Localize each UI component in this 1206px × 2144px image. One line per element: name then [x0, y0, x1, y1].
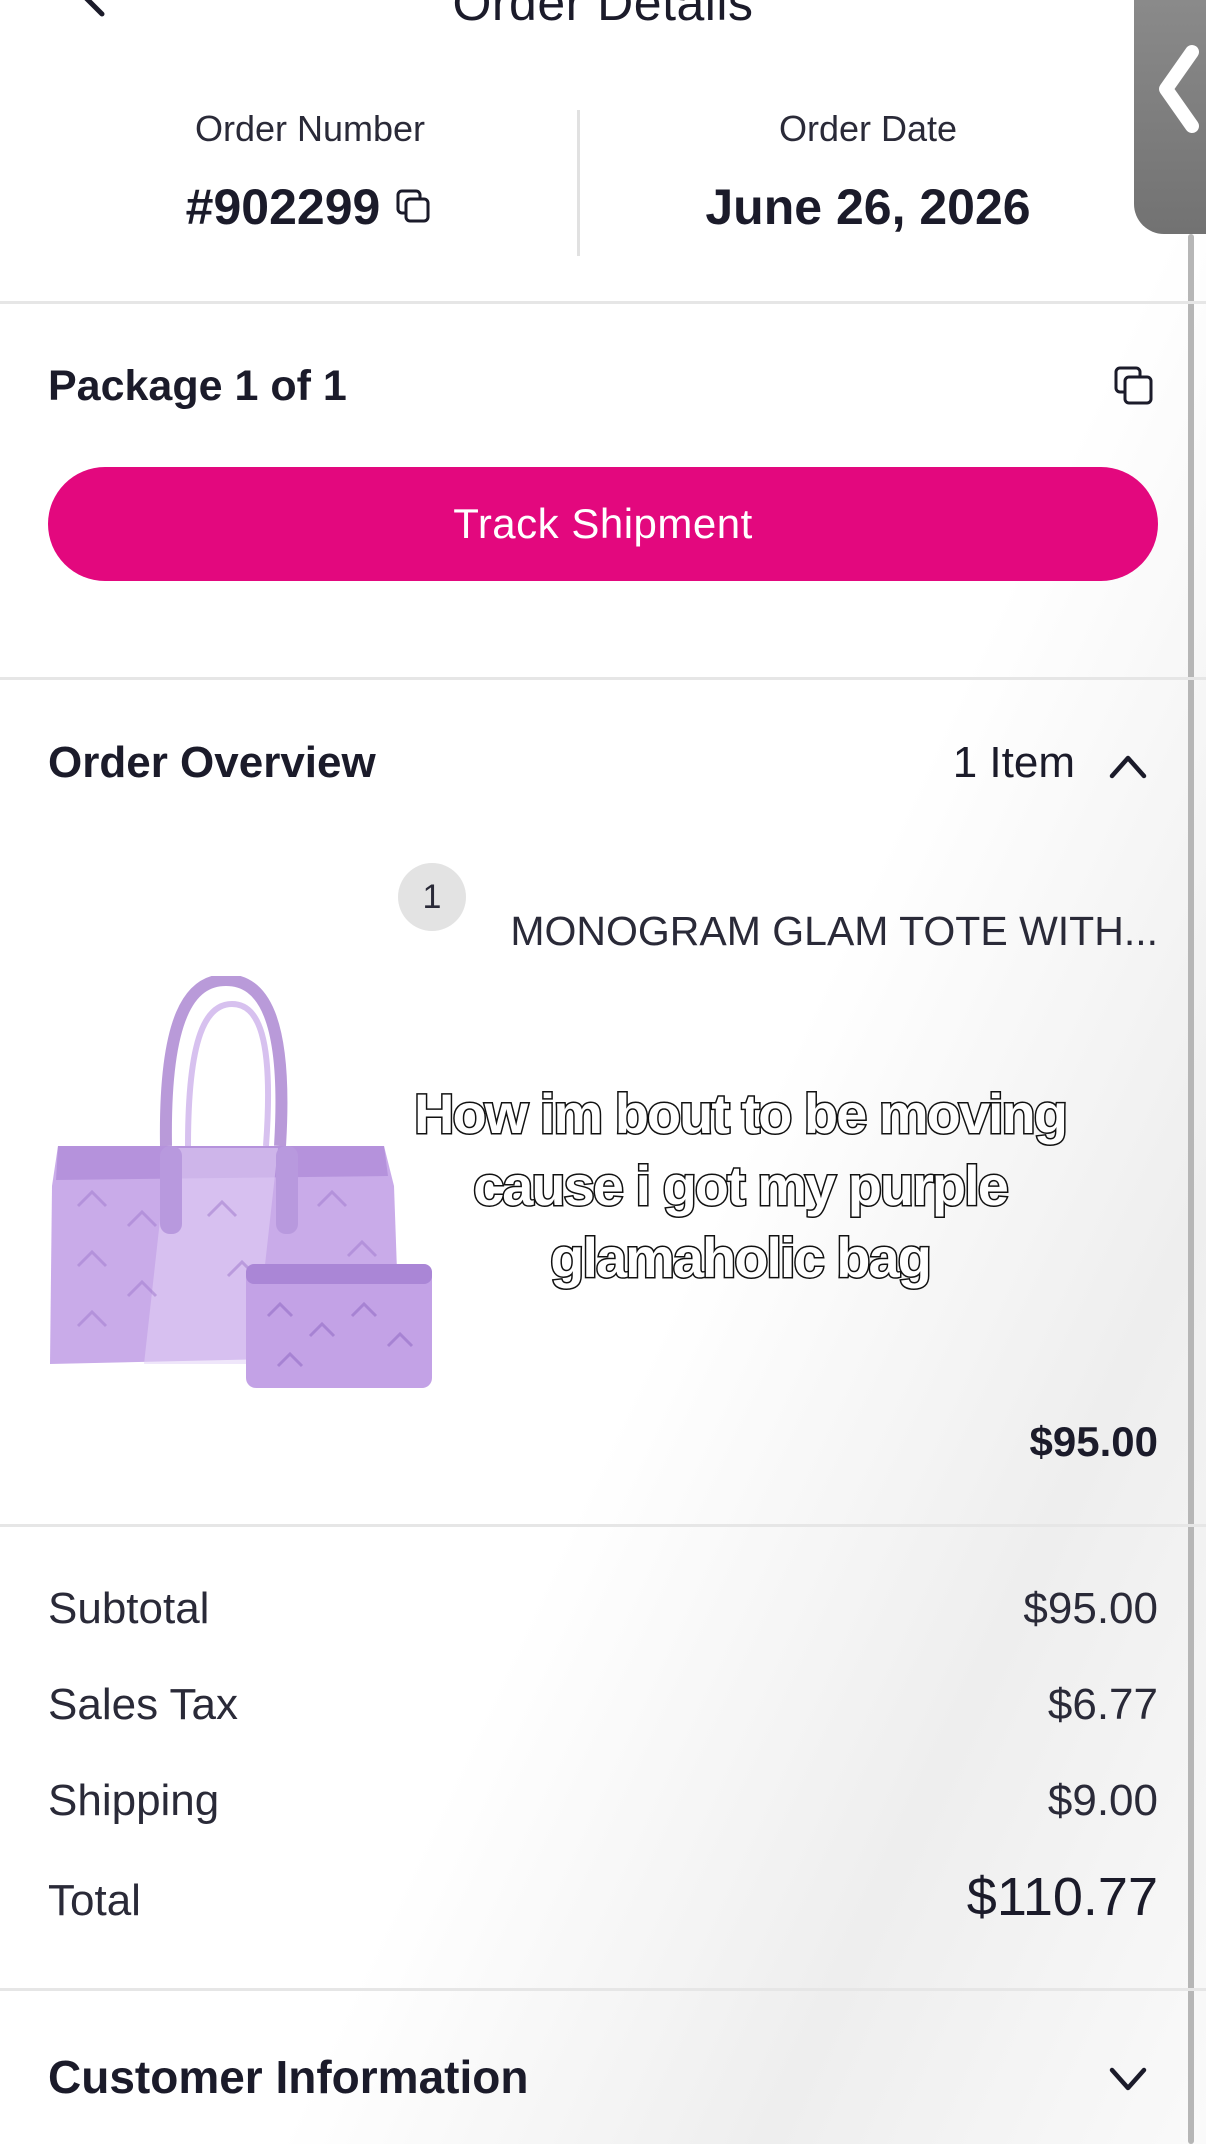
shipping-row: Shipping $9.00	[48, 1776, 1158, 1826]
page-title: Order Details	[452, 0, 754, 31]
copy-icon[interactable]	[394, 187, 434, 227]
order-info: Order Number #902299 Order Date June 26,…	[0, 108, 1206, 258]
total-row: Total $110.77	[48, 1866, 1158, 1928]
shipping-label: Shipping	[48, 1776, 220, 1825]
order-date-block: Order Date June 26, 2026	[578, 108, 1158, 236]
copy-icon[interactable]	[1112, 364, 1156, 408]
item-count[interactable]: 1 Item	[920, 738, 1075, 788]
customer-information-title[interactable]: Customer Information	[48, 2050, 528, 2104]
chevron-up-icon[interactable]	[1106, 746, 1150, 786]
scrollbar[interactable]	[1188, 234, 1194, 2144]
divider	[0, 1524, 1206, 1527]
divider	[0, 301, 1206, 304]
package-label: Package 1 of 1	[48, 362, 347, 410]
order-number-label: Order Number	[194, 108, 426, 149]
item-name[interactable]: MONOGRAM GLAM TOTE WITH...	[480, 908, 1158, 955]
total-label: Total	[48, 1876, 141, 1925]
overlay-caption: How im bout to be moving cause i got my …	[413, 1081, 1070, 1291]
subtotal-row: Subtotal $95.00	[48, 1584, 1158, 1634]
divider	[0, 1988, 1206, 1991]
order-number-block: Order Number #902299	[20, 108, 600, 236]
shipping-value: $9.00	[1047, 1776, 1158, 1825]
chevron-down-icon[interactable]	[1106, 2058, 1150, 2098]
order-details-page: Order Details Order Number #902299 Order…	[0, 0, 1206, 2144]
order-overview-title: Order Overview	[48, 738, 376, 787]
sales-tax-row: Sales Tax $6.77	[48, 1680, 1158, 1730]
subtotal-value: $95.00	[1023, 1584, 1158, 1633]
header: Order Details	[0, 0, 1206, 40]
sales-tax-value: $6.77	[1047, 1680, 1158, 1729]
order-number-row: #902299	[186, 178, 435, 236]
order-date: June 26, 2026	[705, 179, 1031, 235]
item-price: $95.00	[1029, 1418, 1158, 1465]
sales-tax-label: Sales Tax	[48, 1680, 238, 1729]
divider	[0, 677, 1206, 680]
track-shipment-button[interactable]: Track Shipment	[48, 467, 1158, 581]
total-value: $110.77	[966, 1867, 1158, 1927]
order-date-label: Order Date	[778, 108, 958, 149]
subtotal-label: Subtotal	[48, 1584, 210, 1633]
quantity-badge: 1	[398, 863, 466, 931]
order-number: #902299	[185, 179, 381, 235]
